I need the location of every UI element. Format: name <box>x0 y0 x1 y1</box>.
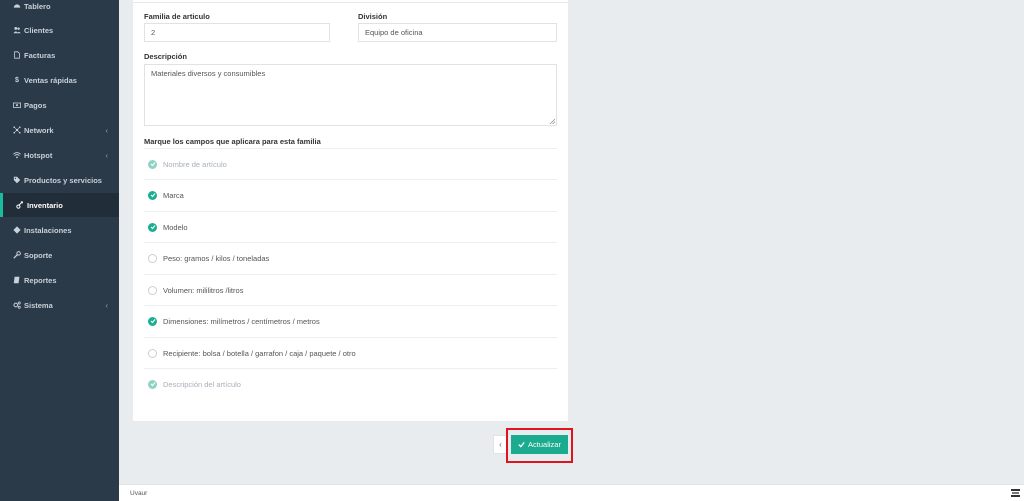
check-circle-icon <box>148 159 157 169</box>
footer: Uvaur <box>119 484 1024 501</box>
field-checkbox-label: Descripción del artículo <box>163 379 241 389</box>
descripcion-label: Descripción <box>144 52 187 61</box>
sidebar-item-tablero[interactable]: Tablero <box>0 0 119 18</box>
familia-input[interactable]: 2 <box>144 23 330 42</box>
file-icon <box>13 51 21 59</box>
sidebar-item-reportes[interactable]: Reportes <box>0 268 119 292</box>
tools-icon <box>13 226 21 234</box>
sidebar-item-network[interactable]: Network ‹ <box>0 118 119 142</box>
logo-icon <box>1011 489 1020 497</box>
field-checkbox-label: Recipiente: bolsa / botella / garrafon /… <box>163 348 356 358</box>
users-icon <box>13 26 21 34</box>
sidebar-item-label: Productos y servicios <box>24 175 102 185</box>
sidebar-item-label: Ventas rápidas <box>24 75 77 85</box>
field-checkbox-recipiente[interactable]: Recipiente: bolsa / botella / garrafon /… <box>144 337 557 368</box>
empty-circle-icon[interactable] <box>148 285 157 295</box>
sidebar-item-facturas[interactable]: Facturas <box>0 43 119 67</box>
field-checkbox-descripcion: Descripción del artículo <box>144 368 557 399</box>
resize-handle-icon[interactable] <box>549 118 555 124</box>
check-icon <box>518 441 525 448</box>
sidebar-item-instalaciones[interactable]: Instalaciones <box>0 218 119 242</box>
sidebar-item-pagos[interactable]: Pagos <box>0 93 119 117</box>
wifi-icon <box>13 151 21 159</box>
money-icon <box>13 101 21 109</box>
chevron-left-icon: ‹ <box>105 300 108 310</box>
sidebar-item-label: Clientes <box>24 25 54 35</box>
descripcion-textarea[interactable]: Materiales diversos y consumibles <box>144 64 557 126</box>
field-checkbox-dimensiones[interactable]: Dimensiones: milímetros / centímetros / … <box>144 305 557 336</box>
sidebar-item-productos[interactable]: Productos y servicios <box>0 168 119 192</box>
sidebar-item-label: Soporte <box>24 250 53 260</box>
field-checkbox-peso[interactable]: Peso: gramos / kilos / toneladas <box>144 242 557 273</box>
book-icon <box>13 276 21 284</box>
card-divider <box>133 0 568 3</box>
sidebar-item-ventas[interactable]: $ Ventas rápidas <box>0 68 119 92</box>
inventory-icon <box>16 201 24 209</box>
field-checkbox-marca[interactable]: Marca <box>144 179 557 210</box>
chevron-left-icon: ‹ <box>105 150 108 160</box>
empty-circle-icon[interactable] <box>148 253 157 263</box>
cogs-icon <box>13 301 21 309</box>
update-button[interactable]: Actualizar <box>511 435 568 454</box>
division-label: División <box>358 12 388 21</box>
sidebar: Tablero Clientes Facturas $ Ventas rápid… <box>0 0 119 501</box>
campos-label: Marque los campos que aplicara para esta… <box>144 137 321 146</box>
descripcion-text: Materiales diversos y consumibles <box>151 69 266 78</box>
field-checkbox-label: Dimensiones: milímetros / centímetros / … <box>163 316 320 326</box>
field-checkbox-label: Volumen: mililitros /litros <box>163 285 244 295</box>
sidebar-item-label: Pagos <box>24 100 47 110</box>
tag-icon <box>13 176 21 184</box>
sidebar-item-label: Hotspot <box>24 150 53 160</box>
sidebar-item-label: Network <box>24 125 54 135</box>
check-circle-icon <box>148 379 157 389</box>
sidebar-item-label: Sistema <box>24 300 53 310</box>
footer-text: Uvaur <box>130 490 148 497</box>
check-circle-icon[interactable] <box>148 222 157 232</box>
chevron-left-icon: ‹ <box>105 125 108 135</box>
check-circle-icon[interactable] <box>148 316 157 326</box>
field-checkbox-modelo[interactable]: Modelo <box>144 211 557 242</box>
field-checkbox-label: Peso: gramos / kilos / toneladas <box>163 253 270 263</box>
update-button-label: Actualizar <box>528 440 561 449</box>
familia-label: Familia de articulo <box>144 12 210 21</box>
sidebar-item-label: Inventario <box>27 200 63 210</box>
network-icon <box>13 126 21 134</box>
sidebar-item-hotspot[interactable]: Hotspot ‹ <box>0 143 119 167</box>
sidebar-item-label: Reportes <box>24 275 57 285</box>
sidebar-item-label: Facturas <box>24 50 56 60</box>
wrench-icon <box>13 251 21 259</box>
field-checkbox-nombre: Nombre de artículo <box>144 148 557 179</box>
sidebar-item-clientes[interactable]: Clientes <box>0 18 119 42</box>
field-checkbox-label: Modelo <box>163 222 188 232</box>
division-input[interactable]: Equipo de oficina <box>358 23 557 42</box>
sidebar-item-sistema[interactable]: Sistema ‹ <box>0 293 119 317</box>
field-checkbox-volumen[interactable]: Volumen: mililitros /litros <box>144 274 557 305</box>
sidebar-item-soporte[interactable]: Soporte <box>0 243 119 267</box>
sidebar-item-label: Instalaciones <box>24 225 72 235</box>
check-circle-icon[interactable] <box>148 190 157 200</box>
field-checkbox-label: Nombre de artículo <box>163 159 227 169</box>
sidebar-item-label: Tablero <box>24 1 51 11</box>
empty-circle-icon[interactable] <box>148 348 157 358</box>
sidebar-item-inventario[interactable]: Inventario <box>0 193 119 217</box>
dashboard-icon <box>13 2 21 10</box>
dollar-icon: $ <box>15 76 19 84</box>
field-checkbox-label: Marca <box>163 190 184 200</box>
